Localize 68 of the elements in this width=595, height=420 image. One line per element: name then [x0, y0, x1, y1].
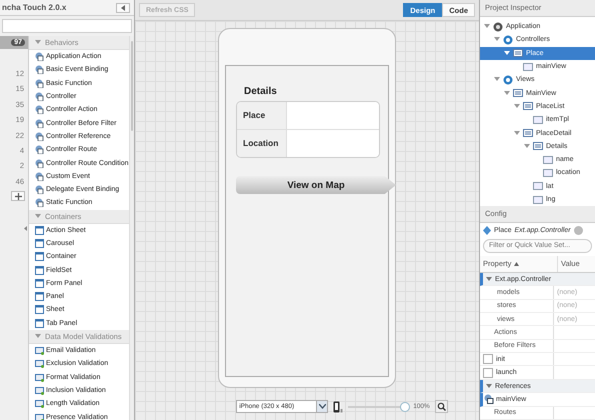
node-icon	[543, 154, 553, 165]
caret-icon	[486, 276, 492, 282]
component-icon	[35, 292, 44, 302]
node-icon	[503, 34, 513, 45]
component-icon	[35, 132, 44, 141]
node-icon	[523, 128, 533, 138]
checkbox[interactable]	[483, 368, 493, 378]
component-icon	[35, 386, 44, 395]
component-icon	[35, 318, 44, 328]
reference-icon	[484, 394, 494, 404]
add-button[interactable]	[11, 191, 25, 202]
node-icon	[533, 181, 543, 192]
magnifier-icon	[436, 402, 446, 411]
node-icon	[513, 88, 523, 98]
device-rotate-icon[interactable]	[333, 400, 344, 412]
component-icon	[35, 52, 44, 62]
caret-icon	[486, 384, 492, 389]
component-icon	[35, 92, 44, 102]
panel-title: ncha Touch 2.0.x	[2, 3, 66, 12]
field-label: Place	[237, 102, 287, 129]
component-icon	[35, 346, 44, 356]
component-icon	[35, 266, 44, 275]
node-icon	[523, 62, 533, 72]
component-icon	[35, 65, 44, 74]
component-icon	[35, 145, 44, 154]
diamond-icon	[483, 226, 491, 235]
component-icon	[35, 105, 44, 114]
plus-icon	[14, 192, 22, 200]
arrow-left-icon	[120, 4, 126, 10]
collapse-button[interactable]	[116, 2, 130, 12]
component-icon	[35, 359, 44, 368]
component-icon	[35, 172, 44, 181]
map-button[interactable]: View on Map	[236, 176, 396, 194]
slider-thumb[interactable]	[400, 402, 410, 412]
field-label: Location	[237, 130, 287, 157]
component-icon	[35, 399, 44, 408]
component-icon	[35, 185, 44, 194]
component-icon	[35, 305, 44, 314]
search-field[interactable]	[2, 19, 132, 33]
fieldset-title: Details	[244, 86, 277, 97]
component-icon	[35, 118, 44, 128]
node-icon	[533, 141, 543, 152]
scrollbar-thumb[interactable]	[130, 41, 133, 131]
component-icon	[35, 252, 44, 262]
component-icon	[35, 278, 44, 288]
component-icon	[35, 198, 44, 208]
checkbox[interactable]	[483, 354, 493, 364]
node-icon	[493, 22, 503, 32]
sort-arrow-icon	[514, 262, 520, 266]
caret-icon	[35, 214, 41, 219]
component-icon	[35, 412, 44, 420]
caret-icon	[35, 40, 41, 45]
component-icon	[35, 158, 44, 168]
node-icon	[503, 74, 513, 85]
node-icon	[513, 48, 523, 58]
caret-icon	[35, 334, 41, 339]
zoom-slider[interactable]	[348, 402, 408, 412]
component-icon	[35, 239, 44, 248]
component-icon	[35, 372, 44, 382]
node-icon	[543, 168, 553, 178]
component-icon	[35, 78, 44, 88]
zoom-fit-button[interactable]	[434, 400, 448, 413]
node-icon	[533, 194, 543, 204]
help-icon[interactable]	[574, 226, 583, 235]
node-icon	[533, 114, 543, 125]
component-icon	[35, 226, 44, 235]
node-icon	[523, 101, 533, 112]
arrow-left-icon	[24, 226, 27, 231]
